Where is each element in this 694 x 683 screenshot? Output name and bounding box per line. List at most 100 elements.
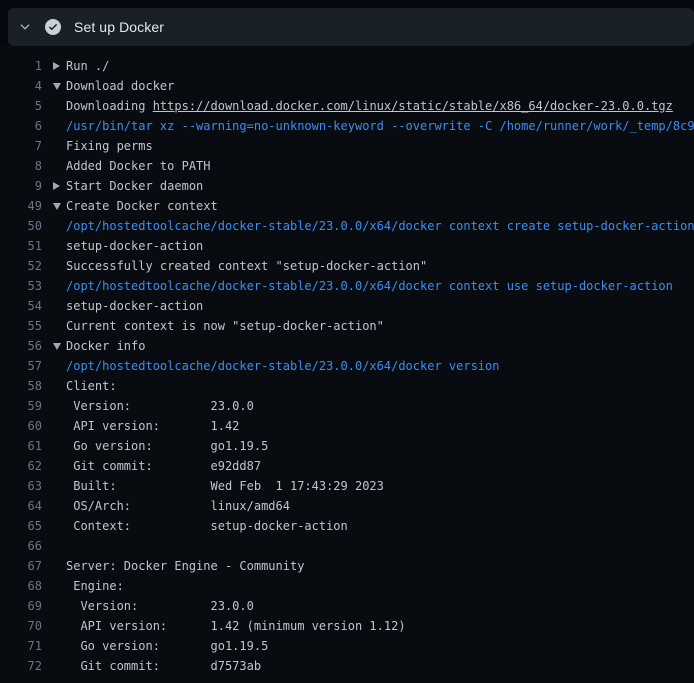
plain-text: Version: 23.0.0 bbox=[66, 599, 254, 613]
plain-text: Context: setup-docker-action bbox=[66, 519, 348, 533]
log-row: 60 API version: 1.42 bbox=[0, 416, 694, 436]
log-row: 69 Version: 23.0.0 bbox=[0, 596, 694, 616]
plain-text: setup-docker-action bbox=[66, 239, 203, 253]
log-link[interactable]: https://download.docker.com/linux/static… bbox=[153, 99, 673, 113]
actions-log-viewer: Set up Docker 1 Run ./ 4 Download docker 5 Do… bbox=[0, 0, 694, 683]
log-row: 6/usr/bin/tar xz --warning=no-unknown-ke… bbox=[0, 116, 694, 136]
log-text: Successfully created context "setup-dock… bbox=[66, 256, 427, 276]
log-group-row[interactable]: 49 Create Docker context bbox=[0, 196, 694, 216]
group-title: Start Docker daemon bbox=[66, 176, 203, 196]
log-text: setup-docker-action bbox=[66, 236, 203, 256]
check-circle-icon bbox=[45, 19, 61, 35]
line-number[interactable]: 65 bbox=[0, 516, 42, 536]
log-row: 64 OS/Arch: linux/amd64 bbox=[0, 496, 694, 516]
line-number[interactable]: 55 bbox=[0, 316, 42, 336]
line-number[interactable]: 49 bbox=[0, 196, 42, 216]
plain-text: Engine: bbox=[66, 579, 124, 593]
line-number[interactable]: 69 bbox=[0, 596, 42, 616]
line-number[interactable]: 67 bbox=[0, 556, 42, 576]
line-number[interactable]: 4 bbox=[0, 76, 42, 96]
log-group-row[interactable]: 9 Start Docker daemon bbox=[0, 176, 694, 196]
log-text: Current context is now "setup-docker-act… bbox=[66, 316, 384, 336]
line-number[interactable]: 6 bbox=[0, 116, 42, 136]
plain-text: Git commit: e92dd87 bbox=[66, 459, 261, 473]
log-text: /opt/hostedtoolcache/docker-stable/23.0.… bbox=[66, 276, 673, 296]
log-row: 67 Server: Docker Engine - Community bbox=[0, 556, 694, 576]
log-text: Engine: bbox=[66, 576, 124, 596]
log-row: 51 setup-docker-action bbox=[0, 236, 694, 256]
plain-text: API version: 1.42 bbox=[66, 419, 239, 433]
log-row: 71 Go version: go1.19.5 bbox=[0, 636, 694, 656]
line-number[interactable]: 63 bbox=[0, 476, 42, 496]
log-row: 61 Go version: go1.19.5 bbox=[0, 436, 694, 456]
plain-text: Server: Docker Engine - Community bbox=[66, 559, 304, 573]
log-text: Version: 23.0.0 bbox=[66, 596, 254, 616]
plain-text: Git commit: d7573ab bbox=[66, 659, 261, 673]
group-expanded-arrow-icon[interactable] bbox=[53, 343, 66, 350]
log-text: /opt/hostedtoolcache/docker-stable/23.0.… bbox=[66, 356, 499, 376]
plain-text: Downloading bbox=[66, 99, 153, 113]
line-number[interactable]: 60 bbox=[0, 416, 42, 436]
log-row: 50/opt/hostedtoolcache/docker-stable/23.… bbox=[0, 216, 694, 236]
line-number[interactable]: 52 bbox=[0, 256, 42, 276]
line-number[interactable]: 8 bbox=[0, 156, 42, 176]
log-text: Context: setup-docker-action bbox=[66, 516, 348, 536]
line-number[interactable]: 7 bbox=[0, 136, 42, 156]
line-number[interactable]: 66 bbox=[0, 536, 42, 556]
plain-text: Docker info bbox=[66, 339, 145, 353]
line-number[interactable]: 51 bbox=[0, 236, 42, 256]
log-row: 53/opt/hostedtoolcache/docker-stable/23.… bbox=[0, 276, 694, 296]
plain-text: Client: bbox=[66, 379, 117, 393]
step-header[interactable]: Set up Docker bbox=[8, 8, 694, 46]
line-number[interactable]: 9 bbox=[0, 176, 42, 196]
line-number[interactable]: 54 bbox=[0, 296, 42, 316]
log-row: 66 bbox=[0, 536, 694, 556]
log-group-row[interactable]: 4 Download docker bbox=[0, 76, 694, 96]
log-text: /opt/hostedtoolcache/docker-stable/23.0.… bbox=[66, 216, 694, 236]
log-group-row[interactable]: 1 Run ./ bbox=[0, 56, 694, 76]
line-number[interactable]: 68 bbox=[0, 576, 42, 596]
log-row: 59 Version: 23.0.0 bbox=[0, 396, 694, 416]
group-expanded-arrow-icon[interactable] bbox=[53, 203, 66, 210]
line-number[interactable]: 58 bbox=[0, 376, 42, 396]
log-row: 7Fixing perms bbox=[0, 136, 694, 156]
log-row: 55 Current context is now "setup-docker-a… bbox=[0, 316, 694, 336]
line-number[interactable]: 70 bbox=[0, 616, 42, 636]
plain-text: Run ./ bbox=[66, 59, 109, 73]
plain-text: API version: 1.42 (minimum version 1.12) bbox=[66, 619, 406, 633]
line-number[interactable]: 72 bbox=[0, 656, 42, 676]
chevron-down-icon[interactable] bbox=[18, 20, 32, 34]
line-number[interactable]: 61 bbox=[0, 436, 42, 456]
log-text: OS/Arch: linux/amd64 bbox=[66, 496, 290, 516]
plain-text: Successfully created context "setup-dock… bbox=[66, 259, 427, 273]
line-number[interactable]: 56 bbox=[0, 336, 42, 356]
log-text: setup-docker-action bbox=[66, 296, 203, 316]
line-number[interactable]: 57 bbox=[0, 356, 42, 376]
log-text: Go version: go1.19.5 bbox=[66, 436, 268, 456]
plain-text: Go version: go1.19.5 bbox=[66, 639, 268, 653]
line-number[interactable]: 59 bbox=[0, 396, 42, 416]
log-row: 70 API version: 1.42 (minimum version 1.… bbox=[0, 616, 694, 636]
group-title: Run ./ bbox=[66, 56, 109, 76]
log-row: 58 Client: bbox=[0, 376, 694, 396]
log-row: 65 Context: setup-docker-action bbox=[0, 516, 694, 536]
step-title: Set up Docker bbox=[74, 19, 164, 35]
group-title: Download docker bbox=[66, 76, 174, 96]
group-collapsed-arrow-icon[interactable] bbox=[53, 182, 66, 190]
log-row: 8Added Docker to PATH bbox=[0, 156, 694, 176]
line-number[interactable]: 50 bbox=[0, 216, 42, 236]
line-number[interactable]: 5 bbox=[0, 96, 42, 116]
line-number[interactable]: 53 bbox=[0, 276, 42, 296]
plain-text: Start Docker daemon bbox=[66, 179, 203, 193]
plain-text: Create Docker context bbox=[66, 199, 218, 213]
line-number[interactable]: 71 bbox=[0, 636, 42, 656]
log-text: Version: 23.0.0 bbox=[66, 396, 254, 416]
log-row: 57/opt/hostedtoolcache/docker-stable/23.… bbox=[0, 356, 694, 376]
log-group-row[interactable]: 56 Docker info bbox=[0, 336, 694, 356]
line-number[interactable]: 62 bbox=[0, 456, 42, 476]
log-row: 72 Git commit: d7573ab bbox=[0, 656, 694, 676]
group-collapsed-arrow-icon[interactable] bbox=[53, 62, 66, 70]
group-expanded-arrow-icon[interactable] bbox=[53, 83, 66, 90]
line-number[interactable]: 1 bbox=[0, 56, 42, 76]
line-number[interactable]: 64 bbox=[0, 496, 42, 516]
